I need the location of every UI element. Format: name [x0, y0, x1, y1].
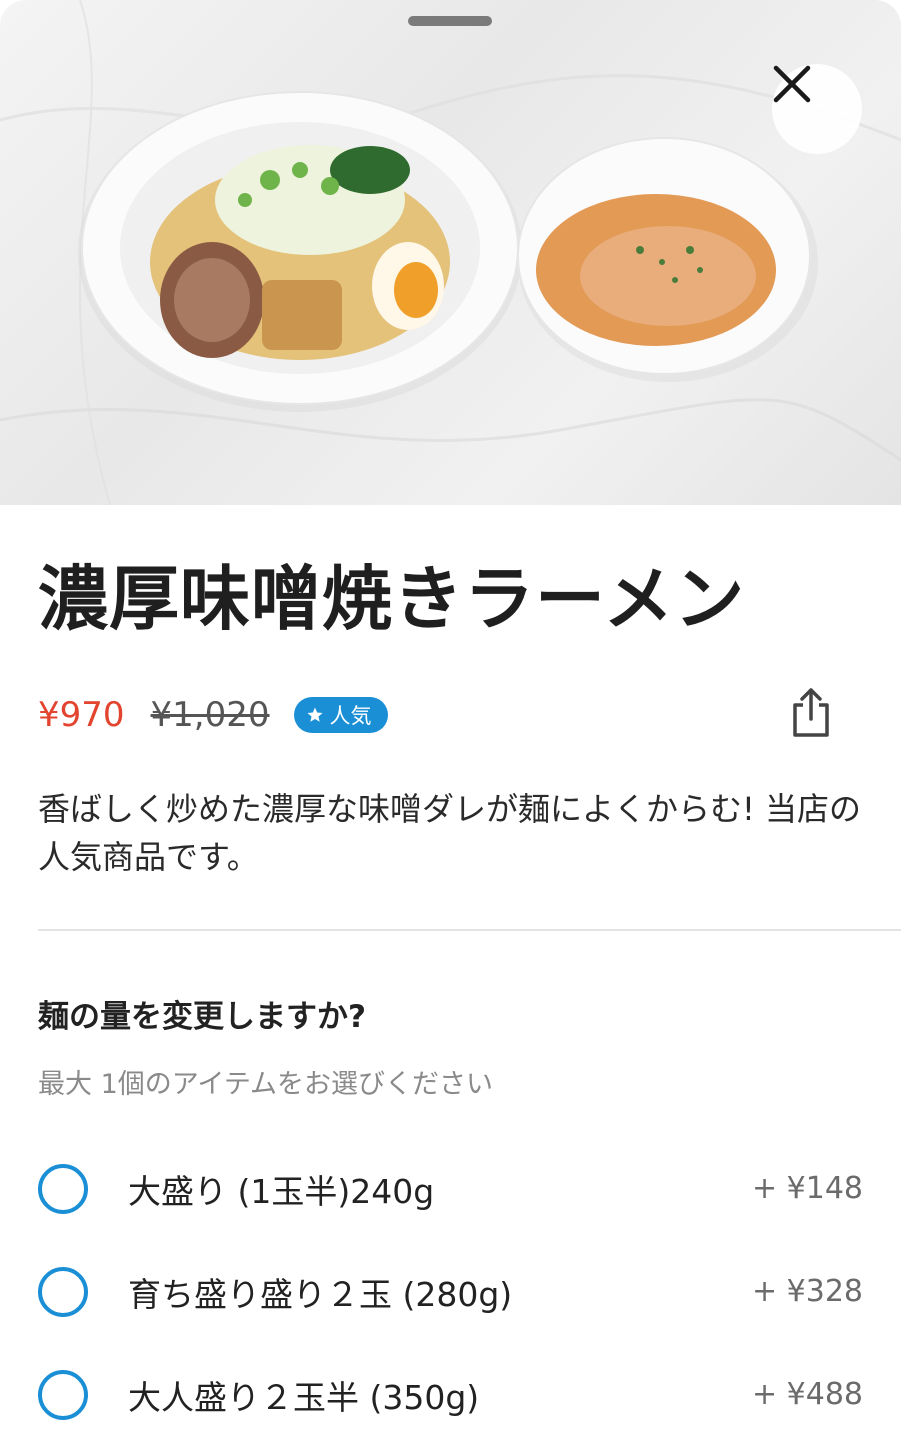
option-item[interactable]: 大盛り (1玉半)240g + ¥148 — [38, 1137, 863, 1240]
option-price: + ¥148 — [751, 1171, 863, 1206]
price-row: ¥970 ¥1,020 人気 — [38, 683, 863, 747]
current-price: ¥970 — [38, 695, 125, 735]
original-price: ¥1,020 — [150, 695, 270, 735]
share-icon — [793, 688, 829, 737]
option-list: 大盛り (1玉半)240g + ¥148 育ち盛り盛り２玉 (280g) + ¥… — [38, 1137, 863, 1446]
radio-button[interactable] — [38, 1369, 88, 1420]
options-title: 麺の量を変更しますか? — [38, 999, 366, 1035]
item-description: 香ばしく炒めた濃厚な味噌ダレが麺によくからむ! 当店の人気商品です。 — [38, 790, 862, 876]
item-detail-sheet: 濃厚味噌焼きラーメン ¥970 ¥1,020 人気 香ばしく炒めた濃厚な味噌ダレ… — [0, 0, 901, 1448]
star-icon — [307, 707, 322, 722]
popular-badge: 人気 — [293, 697, 388, 733]
option-label: 育ち盛り盛り２玉 (280g) — [128, 1274, 513, 1314]
share-button[interactable] — [789, 687, 833, 739]
options-subtitle: 最大 1個のアイテムをお選びください — [38, 1069, 494, 1100]
option-label: 大盛り (1玉半)240g — [128, 1171, 435, 1211]
radio-button[interactable] — [38, 1266, 88, 1317]
radio-button[interactable] — [38, 1163, 88, 1214]
close-icon — [773, 65, 811, 103]
item-title: 濃厚味噌焼きラーメン — [38, 558, 746, 640]
option-price: + ¥488 — [751, 1377, 863, 1412]
ramen-photo-icon — [0, 0, 901, 505]
option-item[interactable]: 育ち盛り盛り２玉 (280g) + ¥328 — [38, 1240, 863, 1343]
item-photo — [0, 0, 901, 505]
option-item[interactable]: 大人盛り２玉半 (350g) + ¥488 — [38, 1343, 863, 1446]
option-label: 大人盛り２玉半 (350g) — [128, 1377, 480, 1417]
section-divider — [38, 929, 901, 931]
close-button[interactable] — [772, 64, 862, 154]
option-price: + ¥328 — [751, 1274, 863, 1309]
item-content: 濃厚味噌焼きラーメン ¥970 ¥1,020 人気 香ばしく炒めた濃厚な味噌ダレ… — [0, 505, 901, 1446]
sheet-grabber[interactable] — [408, 16, 492, 26]
badge-label: 人気 — [329, 704, 372, 728]
